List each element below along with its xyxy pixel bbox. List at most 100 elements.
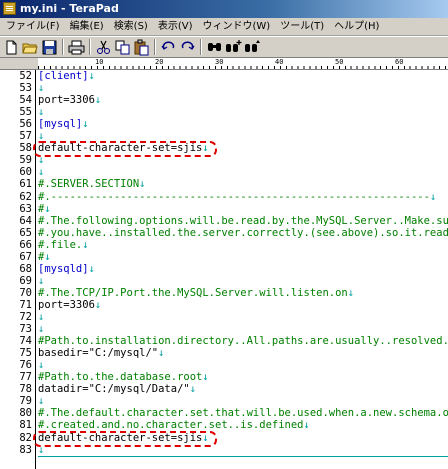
line-number: 80 bbox=[19, 407, 32, 420]
line-number: 58 bbox=[19, 142, 32, 155]
editor-line[interactable]: 83 ↓ bbox=[0, 443, 448, 456]
line-number: 64 bbox=[19, 214, 32, 227]
editor-line[interactable]: 68 [mysqld]↓ bbox=[0, 262, 448, 275]
menu-tools[interactable]: ツール(T) bbox=[277, 19, 327, 35]
eol-mark: ↓ bbox=[94, 94, 102, 107]
editor-line[interactable]: 81 #.created.and.no.character.set..is.def… bbox=[0, 420, 448, 431]
editor-line[interactable]: 74 #Path.to.installation.directory..All.p… bbox=[0, 336, 448, 347]
eol-mark: ↓ bbox=[38, 443, 45, 456]
terapad-app-icon[interactable] bbox=[3, 2, 16, 15]
menu-search[interactable]: 検索(S) bbox=[111, 19, 151, 35]
line-number: 72 bbox=[19, 311, 32, 323]
line-text: #.--------------------------------------… bbox=[38, 191, 436, 203]
line-text: ↓ bbox=[38, 107, 44, 118]
open-file-icon[interactable] bbox=[22, 39, 39, 56]
line-text: #.The.TCP/IP.Port.the.MySQL.Server.will.… bbox=[38, 288, 354, 299]
eol-mark: ↓ bbox=[94, 298, 102, 311]
line-number: 73 bbox=[19, 323, 32, 336]
menu-help[interactable]: ヘルプ(H) bbox=[331, 19, 382, 35]
ruler-gutter bbox=[0, 58, 38, 69]
window-titlebar[interactable]: my.ini - TeraPad bbox=[0, 0, 448, 18]
editor-line[interactable]: 59 ↓ bbox=[0, 155, 448, 166]
line-content: #.The.default.character.set.that.will.be… bbox=[38, 407, 448, 420]
editor-line[interactable]: 64 #.The.following.options.will.be.read.b… bbox=[0, 214, 448, 227]
editor-line[interactable]: 78 datadir="C:/mysql/Data/"↓ bbox=[0, 384, 448, 395]
line-content: [client] bbox=[38, 70, 89, 82]
line-number: 71 bbox=[19, 298, 32, 311]
eol-mark: ↓ bbox=[38, 274, 45, 287]
editor-line[interactable]: 65 #.you.have..installed.the.server.corre… bbox=[0, 227, 448, 239]
line-text: #.you.have..installed.the.server.correct… bbox=[38, 227, 448, 239]
menu-view[interactable]: 表示(V) bbox=[155, 19, 196, 35]
editor-line[interactable]: 63 #↓ bbox=[0, 203, 448, 215]
line-text: ↓ bbox=[38, 443, 45, 456]
menu-window[interactable]: ウィンドウ(W) bbox=[200, 19, 274, 35]
editor-line[interactable]: 67 #↓ bbox=[0, 250, 448, 263]
line-number: 62 bbox=[19, 190, 32, 203]
editor-line[interactable]: 69 ↓ bbox=[0, 276, 448, 287]
caret-line bbox=[38, 455, 448, 457]
editor-line[interactable]: 55 ↓ bbox=[0, 107, 448, 118]
new-file-icon[interactable] bbox=[3, 39, 20, 56]
editor-line[interactable]: 66 #.file.↓ bbox=[0, 238, 448, 251]
editor-line[interactable]: 53 ↓ bbox=[0, 83, 448, 94]
line-text: ↓ bbox=[38, 167, 44, 178]
editor-line[interactable]: 75 basedir="C:/mysql/"↓ bbox=[0, 348, 448, 359]
editor-line[interactable]: 77 #Path.to.the.database.root↓ bbox=[0, 372, 448, 383]
line-text: #Path.to.installation.directory..All.pat… bbox=[38, 336, 448, 347]
line-number: 57 bbox=[19, 130, 32, 143]
toolbar-separator bbox=[200, 39, 202, 55]
replace-icon[interactable] bbox=[244, 39, 261, 56]
save-file-icon[interactable] bbox=[41, 39, 58, 56]
cut-icon[interactable] bbox=[95, 39, 112, 56]
line-text: ↓ bbox=[38, 155, 44, 166]
redo-icon[interactable] bbox=[179, 39, 196, 56]
editor-line[interactable]: 56 [mysql]↓ bbox=[0, 119, 448, 130]
text-editor-area[interactable]: 52 [client]↓ 53 ↓ 54 port=3306↓ 55 ↓ 56 [mysql]↓ 5… bbox=[0, 70, 448, 469]
line-number: 70 bbox=[19, 286, 32, 299]
line-text: ↓ bbox=[38, 312, 44, 323]
editor-line[interactable]: 60 ↓ bbox=[0, 167, 448, 178]
ruler-mark: 30 bbox=[215, 58, 224, 66]
eol-mark: ↓ bbox=[82, 238, 89, 251]
paste-icon[interactable] bbox=[133, 39, 150, 56]
line-number: 82 bbox=[19, 431, 32, 444]
line-text: [mysql]↓ bbox=[38, 119, 89, 130]
line-content: datadir="C:/mysql/Data/" bbox=[38, 383, 190, 396]
editor-line[interactable]: 79 ↓ bbox=[0, 396, 448, 407]
editor-line[interactable]: 54 port=3306↓ bbox=[0, 95, 448, 106]
eol-mark: ↓ bbox=[88, 262, 95, 275]
line-text: #↓ bbox=[38, 203, 51, 215]
line-number: 78 bbox=[19, 383, 32, 396]
eol-mark: ↓ bbox=[82, 118, 89, 131]
editor-line[interactable]: 52 [client]↓ bbox=[0, 71, 448, 82]
print-icon[interactable] bbox=[68, 39, 85, 56]
line-text: ↓ bbox=[38, 276, 44, 287]
menu-edit[interactable]: 編集(E) bbox=[67, 19, 107, 35]
eol-mark: ↓ bbox=[38, 154, 45, 167]
line-text: ↓ bbox=[38, 131, 44, 142]
find-next-icon[interactable] bbox=[225, 39, 242, 56]
editor-line[interactable]: 71 port=3306↓ bbox=[0, 300, 448, 311]
ruler-mark: 20 bbox=[155, 58, 164, 66]
editor-line[interactable]: 76 ↓ bbox=[0, 360, 448, 371]
copy-icon[interactable] bbox=[114, 39, 131, 56]
line-text: #.created.and.no.character.set..is.defin… bbox=[38, 420, 310, 431]
editor-line[interactable]: 80 #.The.default.character.set.that.will.… bbox=[0, 408, 448, 419]
editor-line[interactable]: 70 #.The.TCP/IP.Port.the.MySQL.Server.wil… bbox=[0, 288, 448, 299]
line-number: 67 bbox=[19, 250, 32, 263]
line-number: 75 bbox=[19, 347, 32, 360]
eol-mark: ↓ bbox=[347, 286, 355, 299]
line-content: [mysql] bbox=[38, 118, 83, 131]
editor-line[interactable]: 73 ↓ bbox=[0, 324, 448, 335]
line-number: 56 bbox=[19, 118, 32, 131]
line-content: port=3306 bbox=[38, 94, 95, 107]
undo-icon[interactable] bbox=[160, 39, 177, 56]
editor-line[interactable]: 62 #.------------------------------------… bbox=[0, 190, 448, 203]
editor-line[interactable]: 61 #.SERVER.SECTION↓ bbox=[0, 179, 448, 190]
find-icon[interactable] bbox=[206, 39, 223, 56]
editor-line[interactable]: 57 ↓ bbox=[0, 131, 448, 142]
menu-file[interactable]: ファイル(F) bbox=[3, 19, 63, 35]
editor-line[interactable]: 72 ↓ bbox=[0, 312, 448, 323]
line-content: #.created.and.no.character.set..is.defin… bbox=[38, 419, 304, 432]
